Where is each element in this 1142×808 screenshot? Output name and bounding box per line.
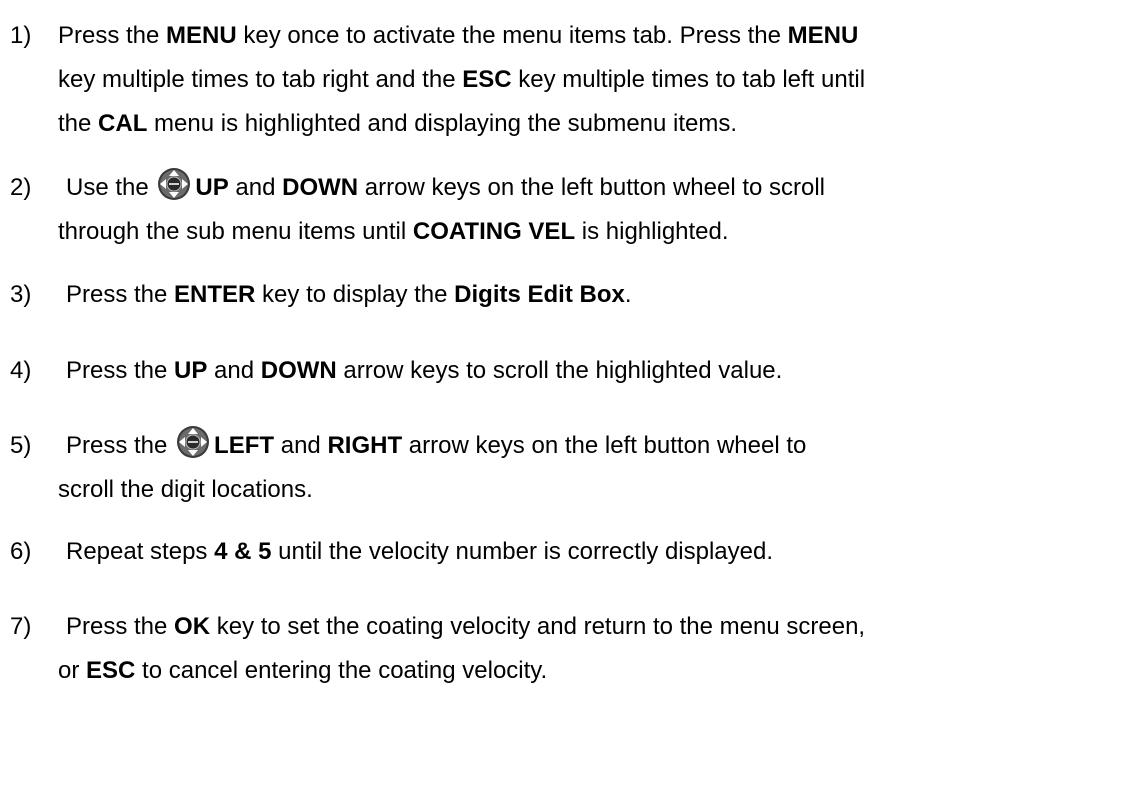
step-text: arrow keys to scroll the highlighted val… xyxy=(336,357,783,384)
key-name: ESC xyxy=(86,657,136,684)
menu-item-name: COATING VEL xyxy=(412,218,576,245)
step-text: is highlighted. xyxy=(575,218,729,245)
step-text: the xyxy=(58,110,99,137)
step-line: Use the UP and DOWN arrow keys on the le… xyxy=(66,166,825,210)
step-text: key once to activate the menu items tab.… xyxy=(236,22,788,49)
step-text: through the sub menu items until xyxy=(58,218,413,245)
key-name: RIGHT xyxy=(327,432,403,459)
step-number: 3) xyxy=(10,281,32,308)
step-reference: 4 & 5 xyxy=(214,538,272,565)
step-number: 5) xyxy=(10,432,32,459)
key-name: MENU xyxy=(787,22,859,49)
step-text: or xyxy=(58,657,87,684)
step-text: . xyxy=(624,281,632,308)
step-text: key multiple times to tab left until xyxy=(511,66,866,93)
step-number: 1) xyxy=(10,22,32,49)
key-name: OK xyxy=(174,613,211,640)
button-wheel-icon xyxy=(158,168,191,200)
step-text: Repeat steps xyxy=(66,538,215,565)
step-line: through the sub menu items until COATING… xyxy=(58,210,729,254)
step-text: key to set the coating velocity and retu… xyxy=(210,613,866,640)
key-name: UP xyxy=(195,174,229,201)
step-text: arrow keys on the left button wheel to s… xyxy=(358,174,826,201)
step-text: and xyxy=(207,357,261,384)
key-name: DOWN xyxy=(282,174,359,201)
step-number: 6) xyxy=(10,538,32,565)
menu-name: CAL xyxy=(98,110,148,137)
step-number: 2) xyxy=(10,174,32,201)
step-text: Use the xyxy=(66,174,156,201)
step-text: scroll the digit locations. xyxy=(58,476,313,503)
step-number: 4) xyxy=(10,357,32,384)
step-text: menu is highlighted and displaying the s… xyxy=(147,110,738,137)
step-text: Press the xyxy=(66,357,175,384)
key-name: MENU xyxy=(166,22,237,49)
step-line: the CAL menu is highlighted and displayi… xyxy=(58,102,737,146)
step-text: key multiple times to tab right and the xyxy=(58,66,463,93)
key-name: UP xyxy=(174,357,208,384)
step-text: and xyxy=(274,432,328,459)
step-line: scroll the digit locations. xyxy=(58,468,313,512)
step-text: until the velocity number is correctly d… xyxy=(271,538,774,565)
step-line: Repeat steps 4 & 5 until the velocity nu… xyxy=(66,530,773,574)
step-line: Press the MENU key once to activate the … xyxy=(58,14,858,58)
step-line: Press the OK key to set the coating velo… xyxy=(66,605,865,649)
step-line: Press the LEFT and RIGHT arrow keys on t… xyxy=(66,424,806,468)
dialog-name: Digits Edit Box xyxy=(454,281,625,308)
step-line: key multiple times to tab right and the … xyxy=(58,58,865,102)
step-text: Press the xyxy=(66,281,175,308)
step-text: arrow keys on the left button wheel to xyxy=(402,432,807,459)
instruction-page: 1) Press the MENU key once to activate t… xyxy=(0,0,1142,808)
step-text: Press the xyxy=(66,432,175,459)
step-line: Press the ENTER key to display the Digit… xyxy=(66,273,632,317)
key-name: ENTER xyxy=(174,281,256,308)
step-line: or ESC to cancel entering the coating ve… xyxy=(58,649,547,693)
key-name: ESC xyxy=(462,66,512,93)
step-text: Press the xyxy=(66,613,175,640)
key-name: LEFT xyxy=(214,432,275,459)
step-text: and xyxy=(228,174,283,201)
step-text: to cancel entering the coating velocity. xyxy=(135,657,548,684)
step-text: Press the xyxy=(58,22,167,49)
step-number: 7) xyxy=(10,613,32,640)
button-wheel-icon xyxy=(177,426,210,458)
step-line: Press the UP and DOWN arrow keys to scro… xyxy=(66,349,782,393)
key-name: DOWN xyxy=(260,357,337,384)
step-text: key to display the xyxy=(255,281,455,308)
